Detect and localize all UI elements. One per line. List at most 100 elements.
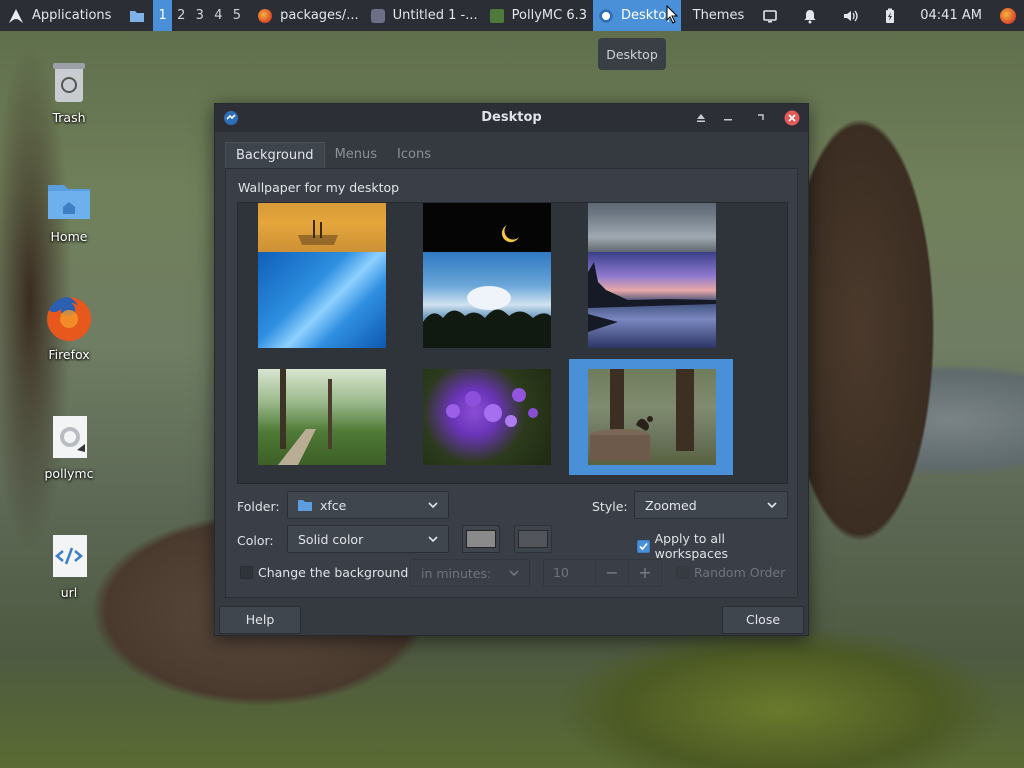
squirrel-scene <box>590 369 694 461</box>
top-panel: Applications 1 2 3 4 5 packages/... Unti… <box>0 0 1024 31</box>
trash-icon <box>53 63 85 102</box>
volume-icon <box>844 10 858 21</box>
wallpaper-thumb-blue-abstract[interactable] <box>258 252 386 348</box>
firefox-icon <box>999 7 1016 24</box>
workspace-5[interactable]: 5 <box>228 0 247 31</box>
task-firefox[interactable]: packages/... <box>246 0 364 31</box>
minimize-button[interactable] <box>720 110 736 126</box>
workspace-3[interactable]: 3 <box>191 0 210 31</box>
close-button[interactable]: Close <box>722 606 804 634</box>
background-tab-panel: Wallpaper for my desktop Folder: xfce St… <box>225 168 798 598</box>
window-titlebar[interactable]: Desktop <box>215 104 808 132</box>
task-document[interactable]: Untitled 1 -... <box>365 0 484 31</box>
maximize-button[interactable] <box>752 110 768 126</box>
color-style-select[interactable]: Solid color <box>287 525 449 553</box>
tab-background[interactable]: Background <box>225 142 325 168</box>
trees-silhouette <box>423 286 551 348</box>
task-pollymc[interactable]: PollyMC 6.3 <box>484 0 593 31</box>
chevron-down-icon <box>767 502 777 509</box>
wallpaper-section-label: Wallpaper for my desktop <box>238 180 400 195</box>
battery-charging-icon <box>886 8 895 23</box>
help-button[interactable]: Help <box>219 606 301 634</box>
firefox-icon <box>47 296 92 341</box>
random-order-checkbox[interactable]: Random Order <box>676 565 785 580</box>
chevron-down-icon <box>428 502 438 509</box>
chevron-down-icon <box>509 570 519 577</box>
wallpaper-thumb-forest-path[interactable] <box>258 369 386 465</box>
desktop-settings-window: Desktop Background Menus Icons Wallpaper… <box>214 103 809 636</box>
folder-select[interactable]: xfce <box>287 491 449 519</box>
notifications-tray[interactable] <box>790 0 830 31</box>
html-file-icon <box>53 535 87 577</box>
tab-menus[interactable]: Menus <box>325 142 387 168</box>
settings-tabs: Background Menus Icons <box>225 142 441 168</box>
close-icon <box>784 110 800 126</box>
task-themes[interactable]: Themes <box>681 0 751 31</box>
primary-color-button[interactable] <box>462 525 500 553</box>
task-label: Untitled 1 -... <box>392 8 478 23</box>
task-label: packages/... <box>280 8 359 23</box>
forest-scene <box>278 369 332 465</box>
close-window-button[interactable] <box>784 110 800 126</box>
secondary-color-swatch <box>518 530 548 548</box>
volume-tray[interactable] <box>830 0 870 31</box>
checkbox-unchecked-icon <box>676 566 689 579</box>
tab-icons[interactable]: Icons <box>387 142 441 168</box>
checkbox-checked-icon <box>637 539 650 553</box>
file-manager-launcher[interactable] <box>117 0 153 31</box>
wallpaper-thumb-purple-flowers[interactable] <box>423 369 551 465</box>
interval-spinner[interactable]: 10 − + <box>543 559 662 587</box>
random-order-label: Random Order <box>694 565 786 580</box>
decrement-button[interactable]: − <box>596 560 629 586</box>
wallpaper-thumb-lake-sunset[interactable] <box>588 252 716 348</box>
workspace-2[interactable]: 2 <box>172 0 191 31</box>
pollymc-file-icon <box>53 416 87 458</box>
color-label: Color: <box>237 533 274 548</box>
change-background-label: Change the background <box>258 565 409 580</box>
primary-color-swatch <box>466 530 496 548</box>
folder-icon <box>298 500 312 511</box>
change-background-checkbox[interactable]: Change the background <box>240 565 408 580</box>
desktop-icon-firefox[interactable]: Firefox <box>29 295 109 362</box>
style-select[interactable]: Zoomed <box>634 491 788 519</box>
flowers-scene <box>446 388 538 427</box>
secondary-color-button[interactable] <box>514 525 552 553</box>
apply-all-workspaces-checkbox[interactable]: Apply to all workspaces <box>637 531 797 561</box>
desktop-icon-pollymc[interactable]: pollymc <box>29 414 109 481</box>
bell-icon <box>804 9 816 23</box>
arch-logo-icon <box>9 8 23 23</box>
home-folder-icon <box>48 185 90 219</box>
applications-label: Applications <box>32 8 112 23</box>
battery-tray[interactable] <box>870 0 910 31</box>
task-label: PollyMC 6.3 <box>511 8 587 23</box>
checkbox-unchecked-icon <box>240 566 253 579</box>
wallpaper-gallery[interactable] <box>237 202 788 484</box>
workspace-4[interactable]: 4 <box>209 0 228 31</box>
desktop-icon-label: pollymc <box>44 466 94 481</box>
screen-icon <box>763 9 778 22</box>
workspace-1[interactable]: 1 <box>153 0 172 31</box>
increment-button[interactable]: + <box>629 560 661 586</box>
minimize-icon <box>724 119 732 121</box>
wallpaper-thumb-sky-clouds-trees[interactable] <box>423 252 551 348</box>
mouse-cursor-icon <box>666 5 679 24</box>
desktop-icon-label: Firefox <box>48 347 90 362</box>
window-list-tray[interactable] <box>750 0 790 31</box>
folder-label: Folder: <box>237 499 280 514</box>
shoreline-silhouette <box>588 262 716 332</box>
chevron-down-icon <box>428 536 438 543</box>
clock[interactable]: 04:41 AM <box>910 0 992 31</box>
interval-value: 10 <box>544 560 596 586</box>
desktop-icon-trash[interactable]: Trash <box>29 58 109 125</box>
firefox-icon <box>258 8 273 23</box>
interval-unit-value: in minutes: <box>421 565 492 581</box>
apply-all-workspaces-label: Apply to all workspaces <box>654 531 729 561</box>
window-menu-button[interactable] <box>693 110 709 126</box>
style-label: Style: <box>592 499 628 514</box>
desktop-icon-home[interactable]: Home <box>29 177 109 244</box>
applications-menu[interactable]: Applications <box>0 0 117 31</box>
interval-unit-select[interactable]: in minutes: <box>410 559 530 587</box>
wallpaper-thumb-squirrel-stump[interactable] <box>588 369 716 465</box>
desktop-icon-url[interactable]: url <box>29 533 109 600</box>
user-menu[interactable] <box>992 0 1024 31</box>
